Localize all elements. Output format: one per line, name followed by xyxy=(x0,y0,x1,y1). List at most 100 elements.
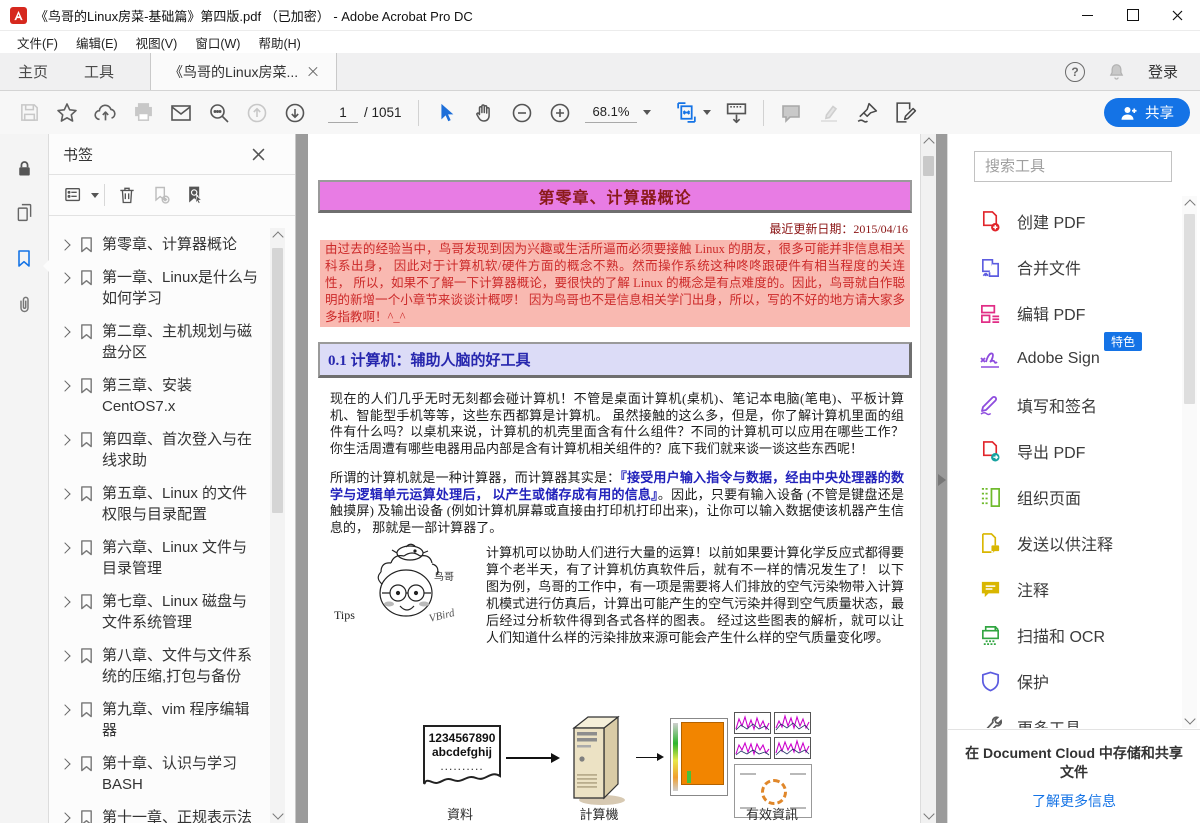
scrollbar-thumb[interactable] xyxy=(272,248,283,513)
bookmark-item[interactable]: 第十章、认识与学习 BASH xyxy=(55,747,267,801)
bookmark-item[interactable]: 第一章、Linux是什么与如何学习 xyxy=(55,261,267,315)
expand-chevron-icon[interactable] xyxy=(59,326,70,337)
menu-item[interactable]: 帮助(H) xyxy=(249,31,309,54)
tool-protect[interactable]: 保护 xyxy=(948,658,1178,704)
tool-scan-ocr[interactable]: 扫描和 OCR xyxy=(948,612,1178,658)
scroll-up-icon[interactable] xyxy=(272,231,283,242)
sign-in-link[interactable]: 登录 xyxy=(1148,61,1178,82)
chevron-down-icon[interactable] xyxy=(91,193,99,198)
attachments-icon[interactable] xyxy=(0,286,48,322)
bookmark-item[interactable]: 第六章、Linux 文件与目录管理 xyxy=(55,531,267,585)
tool-edit-pdf[interactable]: 编辑 PDF xyxy=(948,290,1178,336)
bookmarks-scrollbar[interactable] xyxy=(270,228,285,823)
comment-icon[interactable] xyxy=(776,97,806,129)
scroll-down-icon[interactable] xyxy=(272,808,283,819)
menu-item[interactable]: 文件(F) xyxy=(8,31,67,54)
fit-width-icon[interactable] xyxy=(671,97,701,129)
document-scrollbar[interactable] xyxy=(920,134,936,823)
bookmark-item[interactable]: 第五章、Linux 的文件权限与目录配置 xyxy=(55,477,267,531)
tools-scrollbar[interactable] xyxy=(1182,196,1197,728)
tool-create-pdf[interactable]: 创建 PDF xyxy=(948,198,1178,244)
tab-home[interactable]: 主页 xyxy=(0,53,66,90)
search-tools-input[interactable] xyxy=(974,151,1172,182)
search-icon[interactable] xyxy=(204,97,234,129)
email-icon[interactable] xyxy=(166,97,196,129)
tool-send-for-comments[interactable]: 发送以供注释 xyxy=(948,520,1178,566)
page-thumbnails-icon[interactable] xyxy=(0,194,48,230)
expand-chevron-icon[interactable] xyxy=(59,596,70,607)
fill-sign-icon[interactable] xyxy=(890,97,920,129)
scroll-up-icon[interactable] xyxy=(923,137,934,148)
expand-chevron-icon[interactable] xyxy=(59,488,70,499)
menu-item[interactable]: 窗口(W) xyxy=(186,31,249,54)
expand-chevron-icon[interactable] xyxy=(59,239,70,250)
expand-chevron-icon[interactable] xyxy=(59,380,70,391)
tab-document[interactable]: 《鸟哥的Linux房菜... xyxy=(150,53,337,90)
bookmarks-panel-icon[interactable] xyxy=(0,240,48,276)
zoom-out-icon[interactable] xyxy=(507,97,537,129)
expand-panel-arrow-icon[interactable] xyxy=(938,474,946,486)
scroll-up-icon[interactable] xyxy=(1184,199,1195,210)
add-bookmark-icon[interactable] xyxy=(146,180,176,210)
bookmark-item[interactable]: 第九章、vim 程序编辑器 xyxy=(55,693,267,747)
scrollbar-thumb[interactable] xyxy=(923,156,934,176)
tab-tools[interactable]: 工具 xyxy=(66,53,132,90)
expand-chevron-icon[interactable] xyxy=(59,434,70,445)
security-lock-icon[interactable] xyxy=(0,150,48,186)
minimize-button[interactable] xyxy=(1065,0,1110,30)
save-icon[interactable] xyxy=(14,97,44,129)
menu-item[interactable]: 视图(V) xyxy=(127,31,187,54)
scroll-down-icon[interactable] xyxy=(1184,713,1195,724)
locate-bookmark-icon[interactable] xyxy=(180,180,210,210)
tool-organize-pages[interactable]: 组织页面 xyxy=(948,474,1178,520)
previous-page-icon[interactable] xyxy=(242,97,272,129)
close-button[interactable] xyxy=(1155,0,1200,30)
highlight-icon[interactable] xyxy=(814,97,844,129)
expand-chevron-icon[interactable] xyxy=(59,758,70,769)
expand-chevron-icon[interactable] xyxy=(59,272,70,283)
zoom-in-icon[interactable] xyxy=(545,97,575,129)
bookmark-item[interactable]: 第七章、Linux 磁盘与文件系统管理 xyxy=(55,585,267,639)
expand-chevron-icon[interactable] xyxy=(59,542,70,553)
bookmark-item[interactable]: 第十一章、正规表示法与文件格式化处理 xyxy=(55,801,267,823)
bookmark-item[interactable]: 第八章、文件与文件系统的压缩,打包与备份 xyxy=(55,639,267,693)
favorite-star-icon[interactable] xyxy=(52,97,82,129)
cloud-upload-icon[interactable] xyxy=(90,97,120,129)
tool-adobe-sign[interactable]: 特色 Adobe Sign xyxy=(948,336,1178,382)
bookmark-options-icon[interactable] xyxy=(59,180,89,210)
print-icon[interactable] xyxy=(128,97,158,129)
bookmark-item[interactable]: 第三章、安装CentOS7.x xyxy=(55,369,267,423)
tool-more-tools[interactable]: 更多工具 xyxy=(948,704,1178,728)
zoom-level-control[interactable]: 68.1% xyxy=(585,102,652,123)
tool-label: 更多工具 xyxy=(1017,715,1081,728)
scrollbar-thumb[interactable] xyxy=(1184,214,1195,404)
bookmark-icon xyxy=(79,701,94,718)
hand-tool-icon[interactable] xyxy=(469,97,499,129)
expand-chevron-icon[interactable] xyxy=(59,812,70,823)
sign-pen-icon[interactable] xyxy=(852,97,882,129)
scroll-down-icon[interactable] xyxy=(923,808,934,819)
tool-export-pdf[interactable]: 导出 PDF xyxy=(948,428,1178,474)
select-tool-icon[interactable] xyxy=(431,97,461,129)
tool-comment[interactable]: 注释 xyxy=(948,566,1178,612)
bookmark-item[interactable]: 第零章、计算器概论 xyxy=(55,228,267,261)
tool-fill-sign[interactable]: 填写和签名 xyxy=(948,382,1178,428)
chevron-down-icon[interactable] xyxy=(703,110,711,115)
share-button[interactable]: 共享 xyxy=(1104,98,1190,127)
help-icon[interactable]: ? xyxy=(1065,62,1085,82)
menu-item[interactable]: 编辑(E) xyxy=(67,31,127,54)
expand-chevron-icon[interactable] xyxy=(59,650,70,661)
bookmark-item[interactable]: 第四章、首次登入与在线求助 xyxy=(55,423,267,477)
learn-more-link[interactable]: 了解更多信息 xyxy=(1032,791,1116,811)
expand-chevron-icon[interactable] xyxy=(59,704,70,715)
page-number-input[interactable] xyxy=(328,103,358,123)
close-panel-icon[interactable] xyxy=(252,148,265,161)
reading-mode-icon[interactable] xyxy=(721,97,751,129)
delete-bookmark-icon[interactable] xyxy=(112,180,142,210)
tool-combine-files[interactable]: 合并文件 xyxy=(948,244,1178,290)
notifications-bell-icon[interactable] xyxy=(1107,62,1126,81)
close-tab-icon[interactable] xyxy=(308,67,318,77)
next-page-icon[interactable] xyxy=(280,97,310,129)
bookmark-item[interactable]: 第二章、主机规划与磁盘分区 xyxy=(55,315,267,369)
maximize-button[interactable] xyxy=(1110,0,1155,30)
